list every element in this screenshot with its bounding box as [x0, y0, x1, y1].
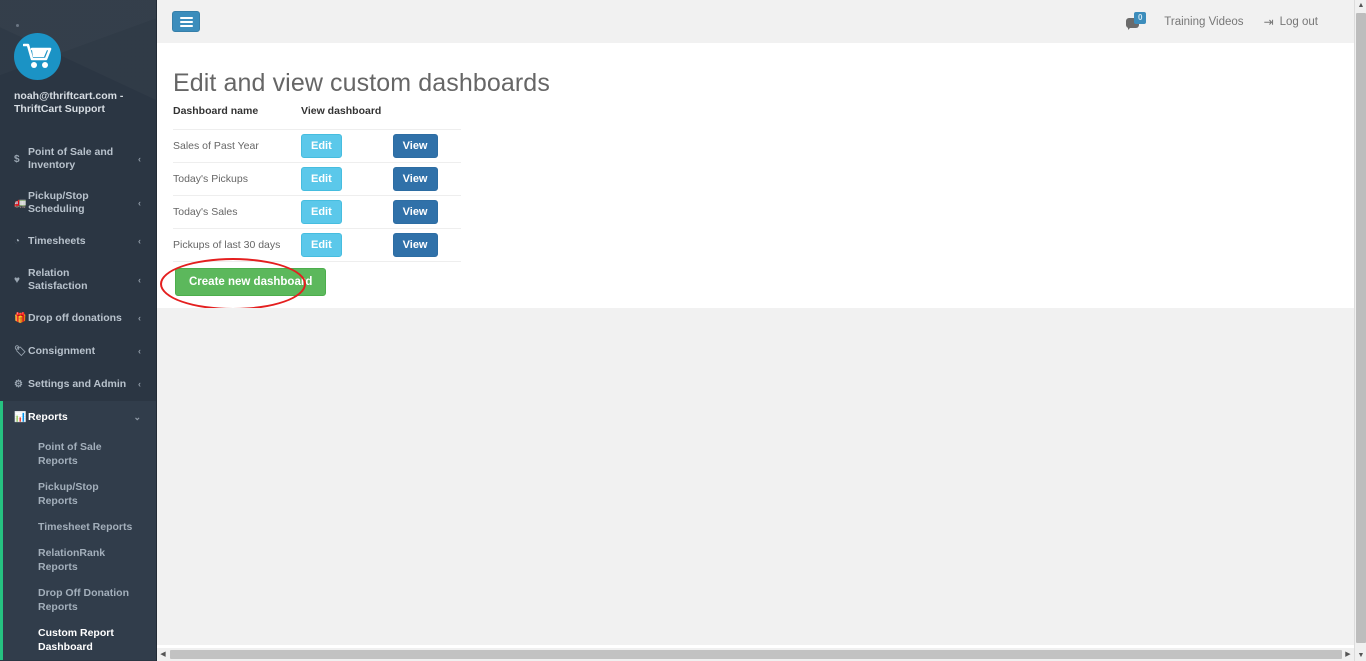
chevron-left-icon: ‹ [138, 197, 141, 208]
scroll-up-arrow-icon[interactable]: ▲ [1355, 0, 1366, 11]
create-dashboard-wrap: Create new dashboard [175, 268, 327, 296]
page-background-area [157, 308, 1354, 645]
vertical-scrollbar[interactable]: ▲ ▼ [1354, 0, 1366, 661]
table-row: Today's Sales Edit View [173, 195, 461, 229]
view-button[interactable]: View [392, 167, 438, 191]
messages-badge: 0 [1134, 11, 1147, 24]
clock-icon: ◔ [14, 236, 21, 247]
dashboard-name: Today's Sales [173, 195, 301, 229]
gift-icon: 🎁 [14, 313, 27, 324]
edit-button[interactable]: Edit [301, 134, 342, 158]
shopping-cart-icon [23, 43, 52, 68]
chevron-left-icon: ‹ [138, 313, 141, 323]
scroll-right-arrow-icon[interactable]: ▶ [1342, 648, 1354, 661]
chevron-left-icon: ‹ [138, 236, 141, 246]
create-new-dashboard-button[interactable]: Create new dashboard [175, 268, 327, 296]
sidebar-subitem-point-of-sale-reports[interactable]: Point of Sale Reports [0, 434, 157, 474]
sidebar-nav: $ Point of Sale and Inventory ‹ 🚛 Pickup… [0, 137, 157, 661]
vertical-scrollbar-thumb[interactable] [1356, 13, 1366, 643]
chevron-left-icon: ‹ [138, 346, 141, 356]
sidebar-item-reports[interactable]: 📊 Reports ⌄ [0, 401, 157, 434]
heart-icon: ♥ [14, 274, 20, 286]
page-title: Edit and view custom dashboards [173, 69, 550, 97]
dashboard-actions: Edit View [301, 129, 461, 163]
hamburger-icon-line [179, 16, 193, 19]
dollar-icon: $ [14, 153, 20, 165]
tag-icon: 🏷 [14, 346, 27, 357]
chevron-left-icon: ‹ [138, 379, 141, 389]
avatar [14, 33, 61, 80]
sidebar-corner-dot [16, 24, 19, 27]
logout-link[interactable]: ⇥ Log out [1254, 15, 1328, 29]
edit-button[interactable]: Edit [301, 167, 342, 191]
table-row: Today's Pickups Edit View [173, 162, 461, 196]
sidebar-subitem-drop-off-donation-reports[interactable]: Drop Off Donation Reports [0, 580, 157, 620]
sidebar-subitem-timesheet-reports[interactable]: Timesheet Reports [0, 514, 157, 540]
view-button[interactable]: View [392, 134, 438, 158]
horizontal-scrollbar-thumb[interactable] [170, 650, 1342, 659]
table-header-row: Dashboard name View dashboard [173, 105, 461, 130]
dashboard-name: Sales of Past Year [173, 129, 301, 163]
view-button[interactable]: View [392, 200, 438, 224]
sidebar-item-label: Point of Sale and Inventory [28, 146, 114, 171]
sidebar-item-label: Drop off donations [28, 312, 122, 324]
dashboard-actions: Edit View [301, 162, 461, 196]
sidebar-subitem-relationrank-reports[interactable]: RelationRank Reports [0, 540, 157, 580]
edit-button[interactable]: Edit [301, 233, 342, 257]
sidebar-item-point-of-sale-and-inventory[interactable]: $ Point of Sale and Inventory ‹ [0, 137, 157, 181]
sidebar-item-settings-and-admin[interactable]: ⚙ Settings and Admin ‹ [0, 368, 157, 401]
sidebar-item-timesheets[interactable]: ◔ Timesheets ‹ [0, 225, 157, 258]
sidebar: noah@thriftcart.com - ThriftCart Support… [0, 0, 157, 661]
dashboard-actions: Edit View [301, 228, 461, 262]
scroll-down-arrow-icon[interactable]: ▼ [1355, 650, 1366, 661]
column-header-dashboard-name: Dashboard name [173, 105, 301, 130]
training-videos-label: Training Videos [1164, 15, 1244, 28]
sidebar-subitem-custom-report-dashboard[interactable]: Custom Report Dashboard [0, 620, 157, 660]
hamburger-icon-line [179, 24, 193, 27]
active-group-accent-bar [0, 401, 3, 660]
sidebar-item-label: Reports [28, 411, 68, 423]
chevron-left-icon: ‹ [138, 274, 141, 285]
chevron-down-icon: ⌄ [133, 412, 141, 422]
truck-icon: 🚛 [14, 197, 27, 209]
hamburger-icon-line [179, 20, 193, 23]
sidebar-item-consignment[interactable]: 🏷 Consignment ‹ [0, 335, 157, 368]
sidebar-item-label: Relation Satisfaction [28, 267, 88, 292]
bar-chart-icon: 📊 [14, 412, 27, 423]
sidebar-toggle-button[interactable] [172, 11, 200, 32]
scroll-left-arrow-icon[interactable]: ◀ [157, 648, 169, 661]
dashboard-name: Pickups of last 30 days [173, 228, 301, 262]
profile-name: noah@thriftcart.com - ThriftCart Support [14, 90, 124, 115]
messages-button[interactable]: 0 [1124, 9, 1154, 35]
user-profile[interactable]: noah@thriftcart.com - ThriftCart Support [0, 33, 157, 116]
table-row: Pickups of last 30 days Edit View [173, 228, 461, 262]
view-button[interactable]: View [392, 233, 438, 257]
topbar-actions: 0 Training Videos ⇥ Log out [1124, 0, 1328, 43]
edit-button[interactable]: Edit [301, 200, 342, 224]
sidebar-item-pickup-stop-scheduling[interactable]: 🚛 Pickup/Stop Scheduling ‹ [0, 181, 157, 225]
dashboard-name: Today's Pickups [173, 162, 301, 196]
logout-icon: ⇥ [1263, 14, 1274, 29]
dashboard-actions: Edit View [301, 195, 461, 229]
gear-icon: ⚙ [14, 379, 23, 390]
sidebar-item-label: Settings and Admin [28, 378, 127, 390]
dashboards-table: Dashboard name View dashboard Sales of P… [173, 105, 461, 262]
training-videos-link[interactable]: Training Videos [1154, 16, 1253, 28]
logout-label: Log out [1279, 15, 1318, 28]
sidebar-item-label: Timesheets [28, 235, 86, 247]
chevron-left-icon: ‹ [138, 153, 141, 164]
sidebar-subitem-pickup-stop-reports[interactable]: Pickup/Stop Reports [0, 474, 157, 514]
sidebar-group-reports: 📊 Reports ⌄ Point of Sale Reports Pickup… [0, 401, 157, 660]
horizontal-scrollbar[interactable]: ◀ ▶ [157, 648, 1354, 661]
sidebar-item-relation-satisfaction[interactable]: ♥ Relation Satisfaction ‹ [0, 258, 157, 302]
sidebar-item-drop-off-donations[interactable]: 🎁 Drop off donations ‹ [0, 302, 157, 335]
main-content: Edit and view custom dashboards Dashboar… [157, 43, 1354, 310]
sidebar-item-label: Consignment [28, 345, 96, 357]
table-row: Sales of Past Year Edit View [173, 129, 461, 163]
sidebar-item-label: Pickup/Stop Scheduling [28, 190, 89, 215]
topbar: 0 Training Videos ⇥ Log out [157, 0, 1354, 43]
column-header-view-dashboard: View dashboard [301, 105, 461, 130]
